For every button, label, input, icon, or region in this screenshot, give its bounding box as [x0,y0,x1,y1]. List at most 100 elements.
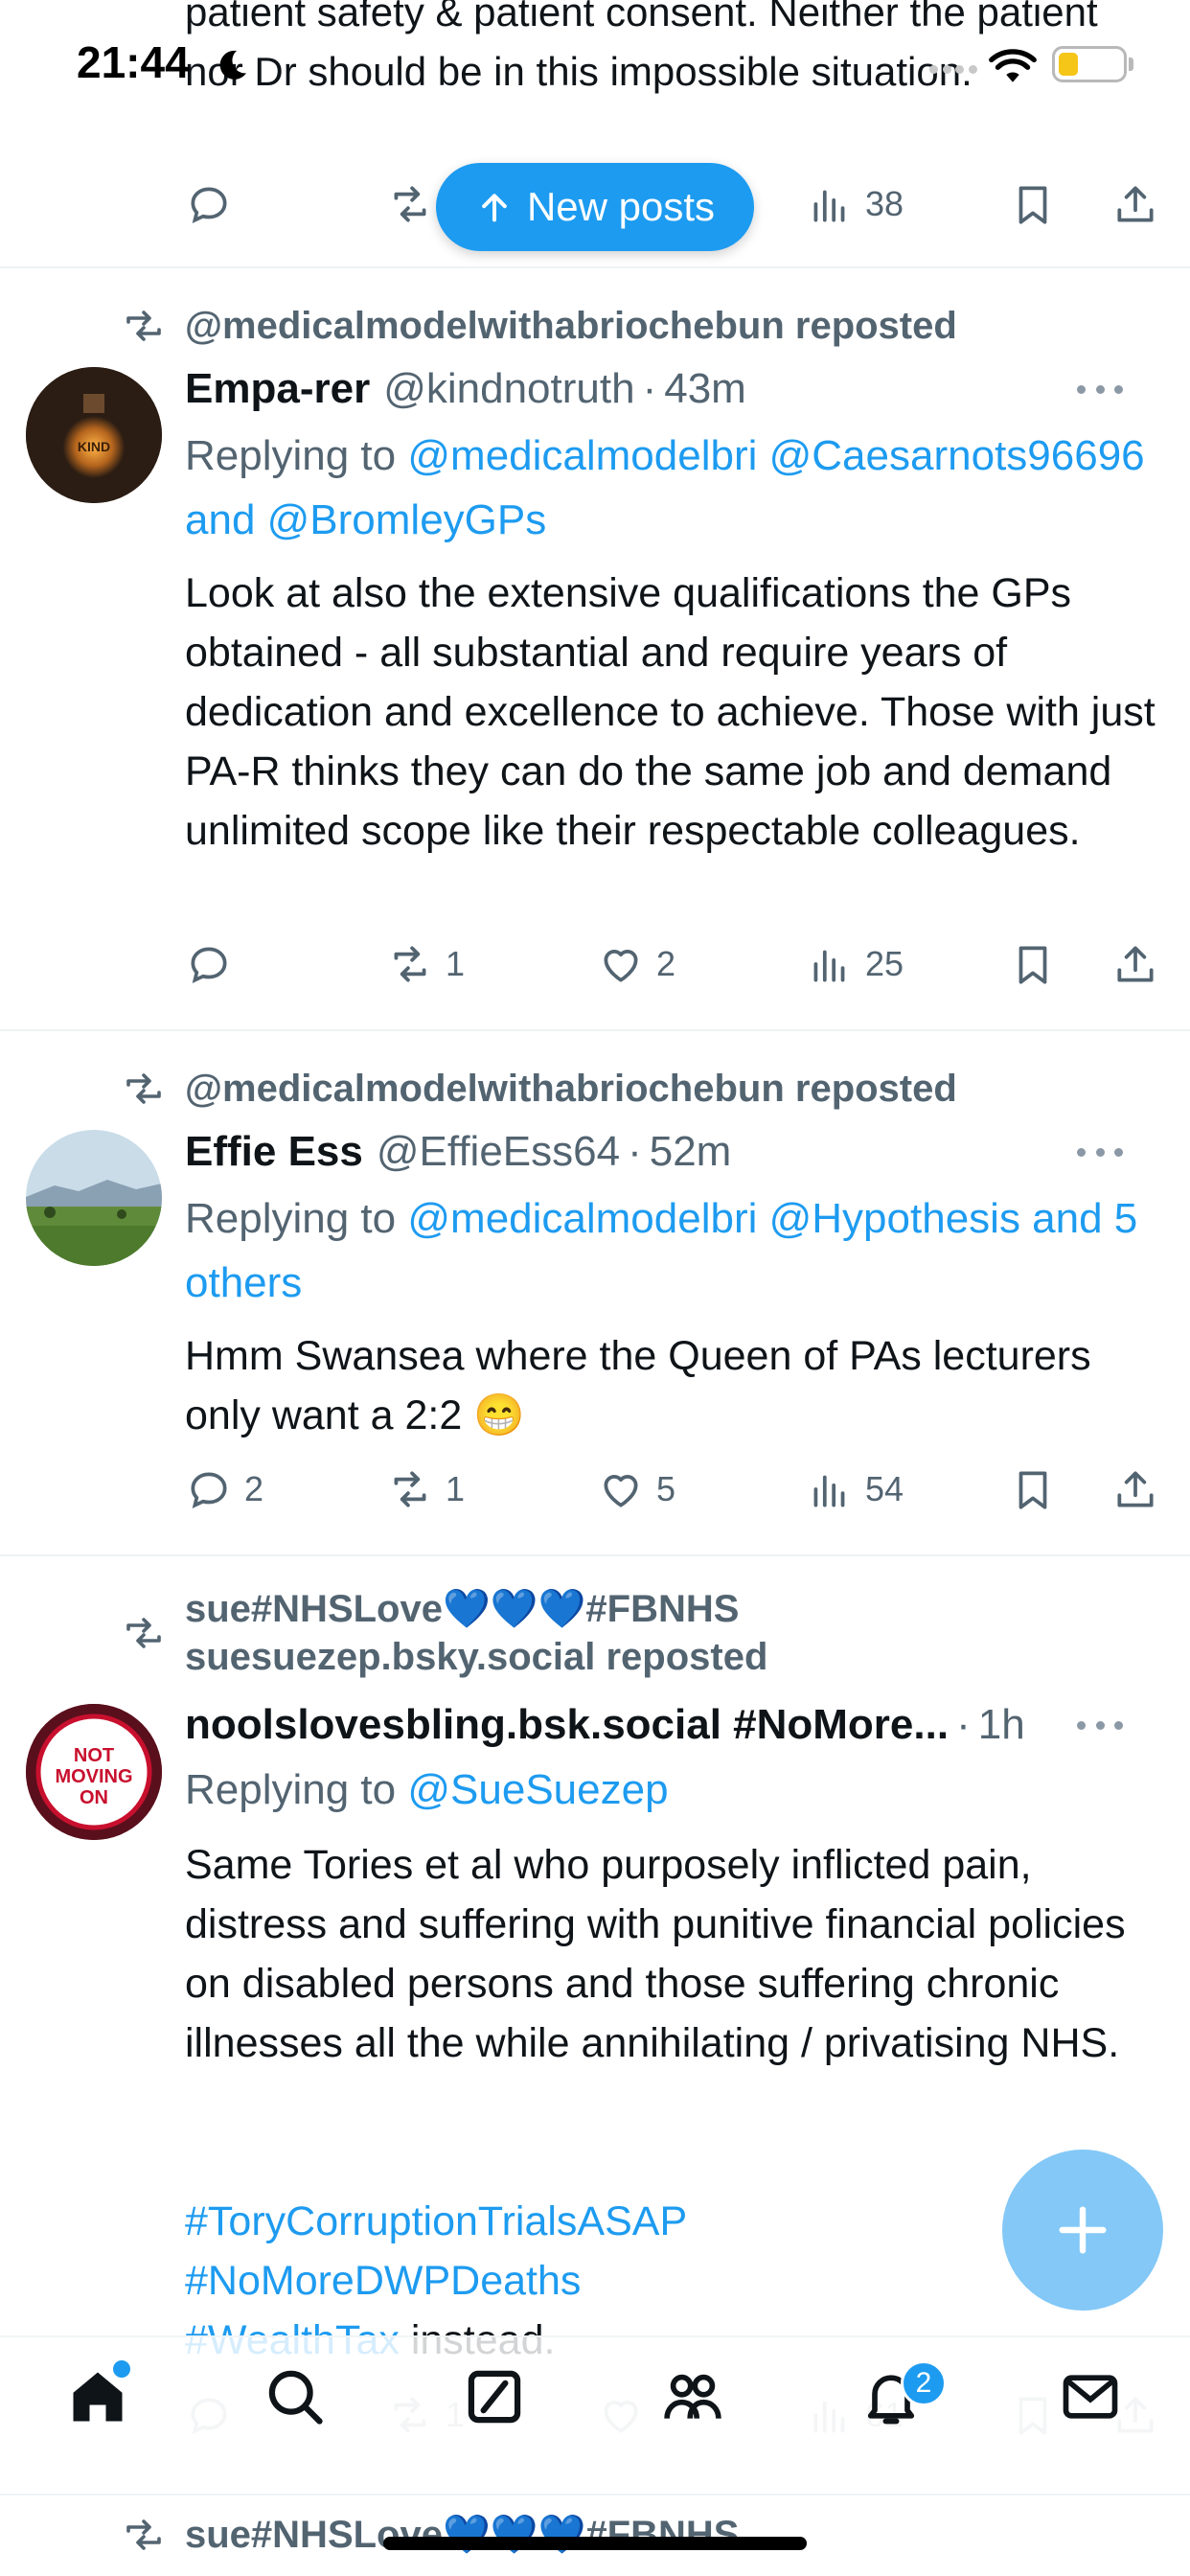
repost-label-line1: sue#NHSLove💙💙💙#FBNHS [185,1588,740,1630]
status-time: 21:44 [77,37,190,87]
reply-icon [191,1472,227,1508]
separator-dot: · [628,1128,642,1175]
repost-icon [126,1618,161,1648]
share-icon [1117,1471,1154,1507]
cellular-icon [929,65,977,77]
nav-grok[interactable] [456,2358,533,2435]
repost-context: @medicalmodelwithabriochebun reposted [120,1065,957,1113]
moon-icon [219,50,246,80]
reply-button[interactable] [185,175,233,233]
new-posts-label: New posts [526,184,716,229]
home-indicator[interactable] [383,2537,807,2550]
post-header: Empa-rer @kindnotruth · 43m [185,360,1152,418]
like-button[interactable]: 5 [597,1460,675,1518]
not-moving-on-avatar-image: NOT MOVING ON [26,1704,162,1840]
repost-icon [126,2519,161,2550]
display-name[interactable]: Effie Ess [185,1128,363,1176]
timeline: patient safety & patient consent. Neithe… [0,0,1190,2576]
compose-button[interactable] [1002,2150,1163,2311]
more-options-icon[interactable] [1077,1142,1123,1162]
views-count: 25 [865,944,904,983]
post-time[interactable]: 1h [978,1701,1025,1749]
plus-icon [1059,2206,1107,2254]
notification-badge: 2 [901,2360,947,2406]
replying-to: Replying to @medicalmodelbri @Hypothesis… [185,1186,1162,1315]
share-icon [1117,946,1154,982]
messages-icon [1063,2375,1118,2419]
views-count: 38 [865,184,904,223]
display-name[interactable]: noolslovesbling.bsk.social #NoMore... [185,1701,949,1749]
nav-messages[interactable] [1052,2358,1129,2435]
post[interactable]: @medicalmodelwithabriochebun reposted KI… [0,270,1190,1031]
post-text: Hmm Swansea where the Queen of PAs lectu… [185,1333,1091,1438]
repost-icon [126,1073,161,1104]
lightbulb-avatar-image: KIND [26,367,162,503]
replying-to: Replying to @SueSuezep [185,1758,1162,1822]
bookmark-icon [1018,1471,1047,1509]
user-handle[interactable]: @EffieEss64 [377,1128,620,1176]
user-handle[interactable]: @kindnotruth [383,365,634,413]
post[interactable]: @medicalmodelwithabriochebun reposted Ef… [0,1031,1190,1556]
post-header: Effie Ess @EffieEss64 · 52m [185,1123,1152,1181]
reply-count: 2 [244,1469,264,1508]
post-time[interactable]: 43m [664,365,746,413]
bookmark-button[interactable] [1009,1460,1057,1518]
share-button[interactable] [1111,935,1159,993]
post-time[interactable]: 52m [650,1128,732,1176]
repost-count: 1 [446,1469,466,1508]
post-text: Same Tories et al who purposely inflicte… [185,1842,1126,2066]
views-icon [813,1475,845,1507]
svg-text:MOVING: MOVING [55,1766,132,1787]
arrow-up-icon [482,194,507,222]
repost-icon [126,310,161,341]
repost-label: sue#NHSLove💙💙💙#FBNHS [185,2514,740,2556]
repost-button[interactable]: 1 [386,935,465,993]
nav-search[interactable] [257,2358,333,2435]
more-options-icon[interactable] [1077,380,1123,399]
bookmark-button[interactable] [1009,175,1057,233]
replying-to-links[interactable]: @SueSuezep [407,1766,668,1813]
avatar-text: KIND [78,439,110,454]
repost-button[interactable]: 1 [386,1460,465,1518]
replying-prefix: Replying to [185,1195,397,1242]
repost-button[interactable] [386,175,434,233]
share-button[interactable] [1111,175,1159,233]
replying-prefix: Replying to [185,1766,397,1813]
avatar[interactable] [26,1130,162,1266]
next-post-peek[interactable]: sue#NHSLove💙💙💙#FBNHS [120,2511,739,2559]
like-icon [604,950,638,982]
like-button[interactable]: 2 [597,935,675,993]
battery-cap [1129,58,1133,71]
more-options-icon[interactable] [1077,1715,1123,1735]
repost-label: @medicalmodelwithabriochebun reposted [185,1068,957,1110]
post-actions: 2 1 5 54 [185,1460,1162,1518]
display-name[interactable]: Empa-rer [185,365,370,413]
like-icon [604,1475,638,1507]
bookmark-button[interactable] [1009,935,1057,993]
communities-icon [664,2374,721,2419]
home-unread-dot [113,2360,130,2378]
reply-button[interactable]: 2 [185,1460,263,1518]
reply-icon [191,947,227,983]
share-icon [1117,186,1154,222]
repost-icon [394,946,426,982]
views-icon [813,190,845,222]
repost-label-line2: suesuezep.bsky.social reposted [185,1636,768,1678]
views-button[interactable]: 38 [806,175,904,233]
new-posts-button[interactable]: New posts [436,163,754,251]
reply-button[interactable] [185,935,233,993]
separator-dot: · [642,365,657,412]
avatar[interactable]: NOT MOVING ON [26,1704,162,1840]
views-button[interactable]: 54 [806,1460,904,1518]
avatar[interactable]: KIND [26,367,162,503]
grok-icon [468,2370,521,2424]
views-count: 54 [865,1469,904,1508]
bottom-nav [0,2335,1190,2479]
nav-communities[interactable] [654,2358,731,2435]
like-count: 5 [656,1469,676,1508]
svg-text:ON: ON [80,1787,108,1808]
views-button[interactable]: 25 [806,935,904,993]
post-header: noolslovesbling.bsk.social #NoMore... · … [185,1696,1152,1754]
share-button[interactable] [1111,1460,1159,1518]
battery-icon [1052,46,1127,82]
